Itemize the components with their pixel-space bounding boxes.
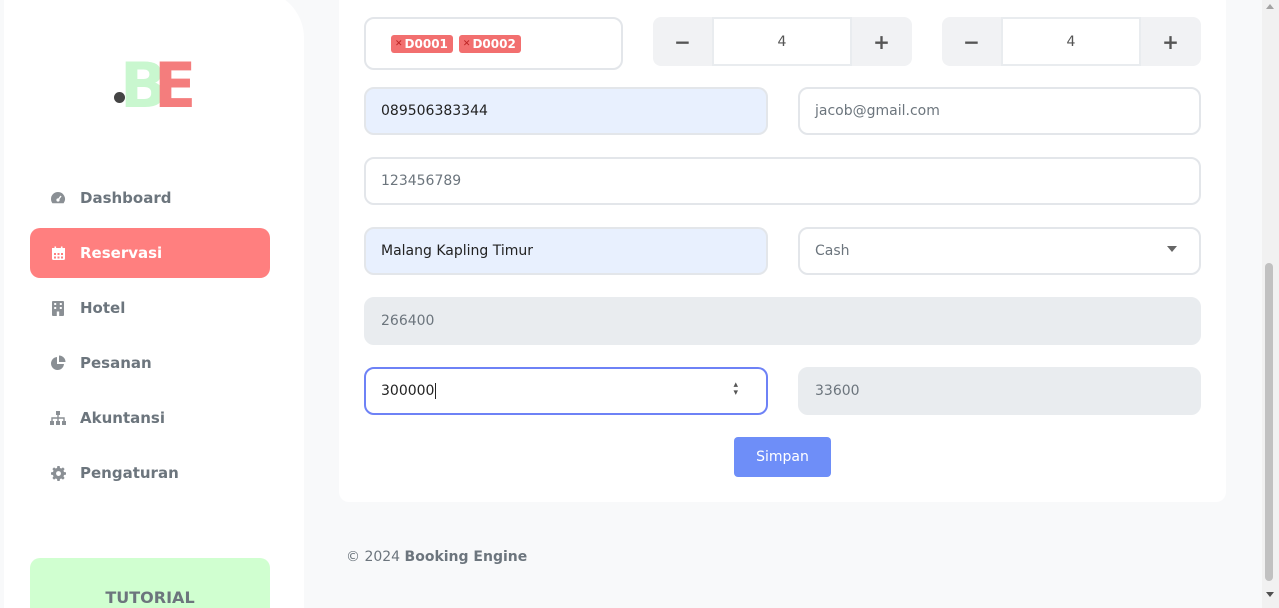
dashboard-gauge-icon	[50, 190, 66, 206]
stepper-minus-button[interactable]: −	[942, 17, 1001, 66]
sidebar-item-label: Pesanan	[80, 354, 152, 372]
room-tag[interactable]: ✕ D0002	[458, 34, 521, 53]
scroll-down-icon[interactable]	[1266, 592, 1274, 597]
footer-copyright: © 2024 Booking Engine	[346, 549, 528, 565]
stepper-plus-button[interactable]: +	[852, 17, 911, 66]
remove-tag-icon[interactable]: ✕	[463, 39, 471, 49]
scrollbar-thumb[interactable]	[1265, 263, 1273, 581]
logo-letter-b: B	[120, 49, 167, 122]
sidebar-item-label: Dashboard	[80, 189, 172, 207]
sidebar-item-label: Hotel	[80, 299, 126, 317]
sidebar-item-reservasi[interactable]: Reservasi	[30, 228, 270, 278]
building-icon	[50, 300, 66, 316]
phone-field[interactable]: 089506383344	[364, 87, 768, 135]
footer-brand: Booking Engine	[404, 549, 528, 565]
sidebar-item-pengaturan[interactable]: Pengaturan	[30, 448, 270, 498]
room-tag[interactable]: ✕ D0001	[391, 34, 453, 53]
stepper-value[interactable]: 4	[712, 17, 852, 66]
id-number-field[interactable]: 123456789	[364, 157, 1201, 205]
sidebar-item-pesanan[interactable]: Pesanan	[30, 338, 270, 388]
sitemap-icon	[50, 410, 66, 426]
logo-letter-e: E	[154, 49, 197, 122]
tutorial-label: TUTORIAL	[105, 588, 195, 607]
calendar-icon	[50, 245, 66, 261]
quantity-stepper-1: − 4 +	[653, 17, 912, 66]
gear-icon	[50, 465, 66, 481]
save-button[interactable]: Simpan	[734, 437, 831, 477]
stepper-minus-button[interactable]: −	[653, 17, 712, 66]
paid-amount-input[interactable]: 300000 ▴ ▾	[364, 367, 768, 415]
sidebar-item-dashboard[interactable]: Dashboard	[30, 173, 270, 223]
scroll-up-icon[interactable]	[1266, 4, 1274, 9]
sidebar-item-label: Reservasi	[80, 244, 163, 262]
sidebar-nav: Dashboard Reservasi Hotel Pesanan Akunta…	[30, 173, 270, 503]
stepper-value[interactable]: 4	[1001, 17, 1141, 66]
sidebar-item-label: Akuntansi	[80, 409, 165, 427]
total-field: 266400	[364, 297, 1201, 345]
room-multiselect[interactable]: ✕ D0001 ✕ D0002	[364, 17, 623, 70]
payment-method-select[interactable]: Cash	[798, 227, 1201, 275]
change-field: 33600	[798, 367, 1201, 415]
quantity-stepper-2: − 4 +	[942, 17, 1201, 66]
number-spinner-icon[interactable]: ▴ ▾	[733, 381, 738, 398]
address-field[interactable]: Malang Kapling Timur	[364, 227, 768, 275]
pie-chart-icon	[50, 355, 66, 371]
remove-tag-icon[interactable]: ✕	[395, 39, 403, 49]
tutorial-button[interactable]: TUTORIAL	[30, 558, 270, 608]
sidebar-item-label: Pengaturan	[80, 464, 179, 482]
sidebar-item-hotel[interactable]: Hotel	[30, 283, 270, 333]
stepper-plus-button[interactable]: +	[1141, 17, 1200, 66]
sidebar-item-akuntansi[interactable]: Akuntansi	[30, 393, 270, 443]
email-field[interactable]: jacob@gmail.com	[798, 87, 1201, 135]
brand-logo[interactable]: B E	[110, 49, 210, 122]
chevron-down-icon	[1167, 246, 1177, 252]
